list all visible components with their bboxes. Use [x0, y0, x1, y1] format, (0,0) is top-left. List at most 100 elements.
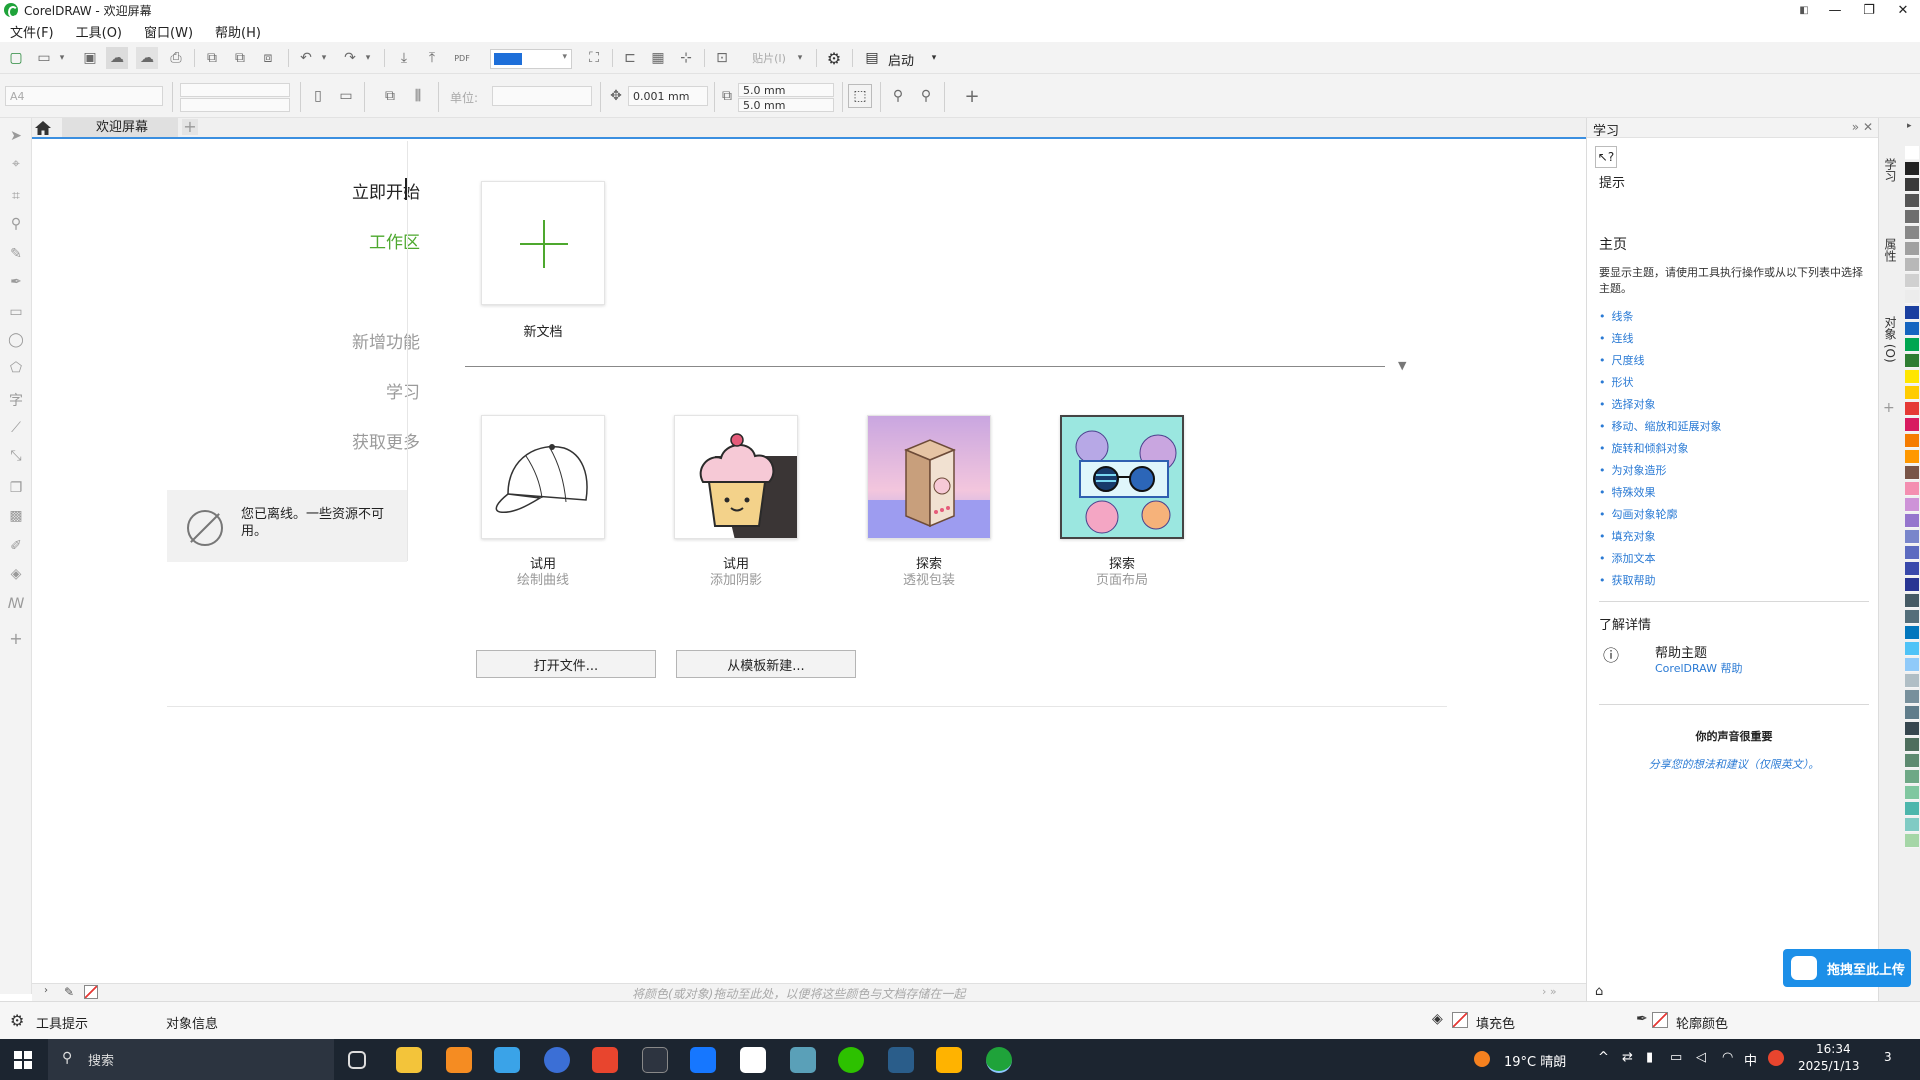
cloud-upload-drop-button[interactable]: 拖拽至此上传: [1783, 949, 1911, 987]
page-height-field[interactable]: [180, 98, 290, 112]
nudge-distance-field[interactable]: 0.001 mm: [628, 86, 708, 106]
tab-welcome-screen[interactable]: 欢迎屏幕: [62, 118, 178, 137]
zoom-tool-icon[interactable]: ⚲: [6, 214, 26, 234]
notes-app-icon[interactable]: [790, 1047, 816, 1073]
color-swatch[interactable]: [1905, 674, 1919, 688]
cloud-upload-icon[interactable]: ☁: [136, 47, 158, 69]
paste-dropdown-icon[interactable]: ▾: [794, 48, 806, 68]
home-icon[interactable]: [34, 120, 52, 136]
snap-icon[interactable]: ⊡: [712, 48, 732, 68]
color-swatch[interactable]: [1905, 530, 1919, 544]
learn-topic-link[interactable]: 选择对象: [1599, 396, 1656, 412]
weather-text[interactable]: 19°C 晴朗: [1504, 1051, 1566, 1070]
color-swatch[interactable]: [1905, 322, 1919, 336]
color-swatch[interactable]: [1905, 178, 1919, 192]
crop-tool-icon[interactable]: ⌗: [6, 186, 26, 206]
app-mail-icon[interactable]: [888, 1047, 914, 1073]
color-swatch[interactable]: [1905, 482, 1919, 496]
color-swatch[interactable]: [1905, 242, 1919, 256]
cut-icon[interactable]: ⧉: [202, 48, 222, 68]
coreldraw-help-link[interactable]: CorelDRAW 帮助: [1655, 660, 1742, 676]
add-toolbox-icon[interactable]: +: [6, 628, 26, 648]
redo-dropdown-icon[interactable]: ▾: [362, 48, 374, 68]
ellipse-tool-icon[interactable]: ◯: [6, 330, 26, 350]
color-swatch[interactable]: [1905, 418, 1919, 432]
new-document-icon[interactable]: ▢: [6, 48, 26, 68]
options-gear-icon[interactable]: ⚙: [824, 48, 844, 68]
close-button[interactable]: ✕: [1886, 0, 1920, 20]
open-folder-icon[interactable]: ▭: [34, 48, 54, 68]
redo-icon[interactable]: ↷: [340, 48, 360, 68]
palette-scroll-right-icon[interactable]: › »: [1542, 985, 1557, 998]
menu-help[interactable]: 帮助(H): [215, 22, 261, 41]
duplicate-y-field[interactable]: 5.0 mm: [738, 98, 834, 112]
color-swatch[interactable]: [1905, 434, 1919, 448]
color-swatch[interactable]: [1905, 578, 1919, 592]
tray-volume-icon[interactable]: ◁: [1696, 1050, 1706, 1065]
tray-overflow-icon[interactable]: ^: [1598, 1050, 1609, 1065]
collapse-chevron-icon[interactable]: ▼: [1398, 359, 1406, 372]
launch-menu-label[interactable]: 启动: [888, 50, 914, 69]
undo-icon[interactable]: ↶: [296, 48, 316, 68]
help-pointer-icon[interactable]: ↖?: [1595, 146, 1617, 168]
add-tool-icon[interactable]: +: [962, 86, 982, 107]
app-orange-icon[interactable]: [446, 1047, 472, 1073]
feishu-icon[interactable]: [690, 1047, 716, 1073]
learn-topic-link[interactable]: 勾画对象轮廓: [1599, 506, 1678, 522]
learn-topic-link[interactable]: 旋转和倾斜对象: [1599, 440, 1689, 456]
nav-workspace[interactable]: 工作区: [220, 228, 420, 253]
color-swatch[interactable]: [1905, 194, 1919, 208]
nav-whats-new[interactable]: 新增功能: [220, 328, 420, 353]
color-swatch[interactable]: [1905, 258, 1919, 272]
eyedropper-icon[interactable]: ✎: [64, 985, 74, 999]
text-tool-icon[interactable]: 字: [6, 390, 26, 410]
color-swatch[interactable]: [1905, 162, 1919, 176]
dimension-tool-icon[interactable]: ⟋: [6, 418, 26, 438]
dynamic-guides-icon[interactable]: ⚲: [916, 86, 936, 106]
launch-dropdown-icon[interactable]: ▾: [928, 48, 940, 68]
clock-date[interactable]: 2025/1/13: [1798, 1059, 1860, 1073]
color-swatch[interactable]: [1905, 370, 1919, 384]
publish-pdf-icon[interactable]: PDF: [450, 48, 474, 68]
import-icon[interactable]: ⤓: [394, 48, 414, 68]
color-swatch[interactable]: [1905, 770, 1919, 784]
page-width-field[interactable]: [180, 83, 290, 97]
color-swatch[interactable]: [1905, 514, 1919, 528]
print-icon[interactable]: ⎙: [166, 48, 186, 68]
tray-network-icon[interactable]: ⇄: [1622, 1050, 1633, 1065]
feedback-link[interactable]: 分享您的想法和建议（仅限英文）。: [1599, 756, 1869, 772]
learn-topic-link[interactable]: 尺度线: [1599, 352, 1645, 368]
color-swatch[interactable]: [1905, 722, 1919, 736]
zoom-level-select[interactable]: ▾: [490, 49, 572, 69]
color-swatch[interactable]: [1905, 546, 1919, 560]
gear-icon[interactable]: ⚙: [10, 1011, 24, 1030]
paste-menu[interactable]: 贴片(I): [744, 50, 794, 66]
ime-indicator[interactable]: 中: [1744, 1050, 1757, 1069]
color-swatch[interactable]: [1905, 802, 1919, 816]
connector-tool-icon[interactable]: ⤡: [6, 446, 26, 466]
full-screen-icon[interactable]: ⛶: [584, 48, 604, 68]
docker-tab-objects[interactable]: 对象 (O): [1883, 316, 1899, 363]
tray-battery-icon[interactable]: ▭: [1670, 1050, 1682, 1065]
restore-small-button[interactable]: ◧: [1790, 0, 1818, 20]
smart-fill-icon[interactable]: ꟿ: [6, 594, 26, 614]
cloud-download-icon[interactable]: ☁: [106, 47, 128, 69]
color-swatch[interactable]: [1905, 402, 1919, 416]
color-swatch[interactable]: [1905, 290, 1919, 304]
nav-get-more[interactable]: 获取更多: [220, 428, 420, 453]
menu-file[interactable]: 文件(F): [10, 22, 54, 41]
color-swatch[interactable]: [1905, 706, 1919, 720]
sogou-ime-icon[interactable]: [1768, 1050, 1784, 1066]
tutorial-card-add-shadow[interactable]: [674, 415, 798, 539]
app-folder-icon[interactable]: [936, 1047, 962, 1073]
windows-start-icon[interactable]: [14, 1051, 32, 1069]
show-rulers-icon[interactable]: ⊏: [620, 48, 640, 68]
nav-get-started[interactable]: 立即开始: [220, 178, 420, 203]
color-swatch[interactable]: [1905, 834, 1919, 848]
current-page-icon[interactable]: ⫼: [408, 86, 428, 106]
color-swatch[interactable]: [1905, 738, 1919, 752]
color-swatch[interactable]: [1905, 690, 1919, 704]
color-swatch[interactable]: [1905, 306, 1919, 320]
learn-topic-link[interactable]: 添加文本: [1599, 550, 1656, 566]
freehand-tool-icon[interactable]: ✎: [6, 244, 26, 264]
